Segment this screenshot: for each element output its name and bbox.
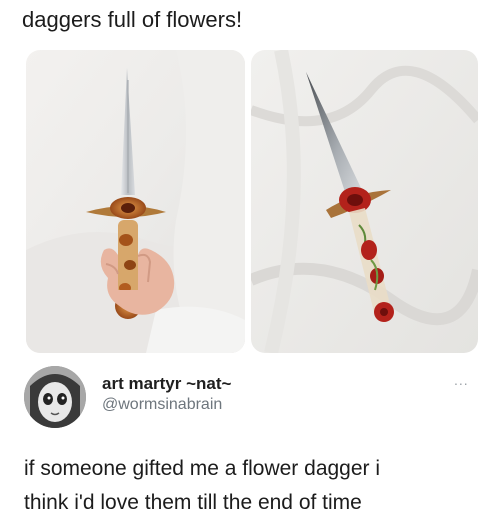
- tweet-card: art martyr ~nat~ @wormsinabrain ... if s…: [0, 352, 500, 528]
- tweet-text-line: think i'd love them till the end of time: [24, 491, 362, 514]
- display-name[interactable]: art martyr ~nat~: [102, 374, 231, 394]
- photo-grid: [26, 50, 478, 353]
- tweet-text-line: if someone gifted me a flower dagger i: [24, 457, 381, 480]
- more-options-icon[interactable]: ...: [454, 372, 469, 388]
- photo-dagger-on-sheets[interactable]: [251, 50, 478, 353]
- avatar[interactable]: [24, 366, 86, 428]
- user-handle[interactable]: @wormsinabrain: [102, 396, 222, 414]
- tweet-text: if someone gifted me a flower dagger i t…: [24, 452, 490, 520]
- photo-dagger-in-hand[interactable]: [26, 50, 245, 353]
- post-caption: daggers full of flowers!: [22, 7, 243, 32]
